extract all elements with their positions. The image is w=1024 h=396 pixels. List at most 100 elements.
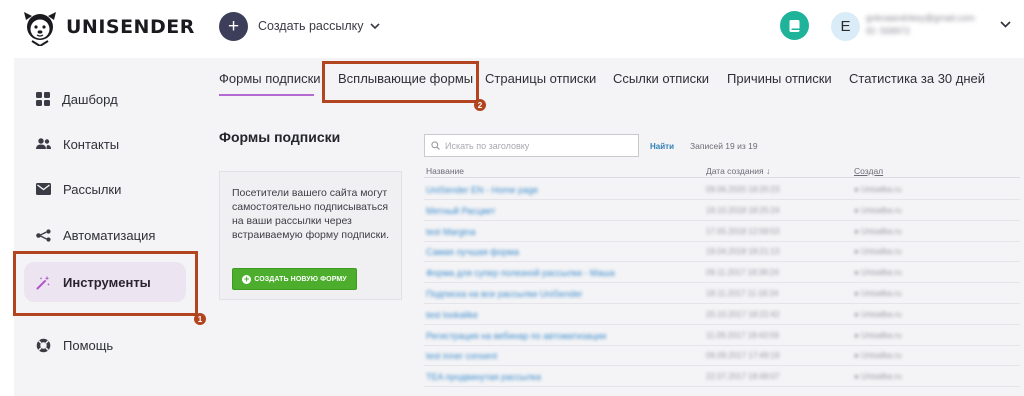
form-name-link[interactable]: Регистрация на вебинар по автоматизации [426, 331, 606, 341]
table-row[interactable]: test inner consent 06.09.2017 17:49:19 ● U… [424, 345, 1020, 367]
creator-label: Unisalba.ru [861, 205, 902, 215]
user-info[interactable]: gnknaandnkey@gmail.com ID: 558972 [866, 12, 975, 38]
user-icon: ● [854, 309, 862, 319]
table-row[interactable]: Мятный Расцвет 19.10.2018 18:25:24 ● Unisa… [424, 200, 1020, 221]
records-count: Записей 19 из 19 [690, 141, 758, 151]
tab-unsubscribe-pages[interactable]: Страницы отписки [485, 71, 596, 86]
creator-name: ● Unisalba.ru [854, 331, 902, 340]
sidebar-item-label: Помощь [63, 337, 114, 353]
tab-subscription-forms[interactable]: Формы подписки [219, 71, 321, 86]
creator-label: Unisalba.ru [861, 185, 902, 194]
logo[interactable]: UNISENDER [22, 8, 195, 46]
table-row[interactable]: UniSender EN - Home page 09.06.2020 18:20… [424, 179, 1020, 200]
column-header-created-date[interactable]: Дата создания ↓ [706, 166, 770, 176]
creator-name: ● Unisalba.ru [854, 268, 902, 277]
creator-label: Unisalba.ru [861, 247, 902, 257]
column-header-name[interactable]: Название [426, 166, 464, 176]
form-name-link[interactable]: test Margina [426, 227, 476, 237]
create-campaign-label: Создать рассылку [258, 19, 364, 33]
user-icon: ● [854, 351, 862, 361]
page-title: Формы подписки [219, 129, 341, 145]
creator-name: ● Unisalba.ru [854, 227, 902, 236]
user-id: ID: 558972 [866, 26, 911, 36]
tab-unsubscribe-links[interactable]: Ссылки отписки [613, 71, 709, 86]
create-campaign-dropdown[interactable]: Создать рассылку [258, 19, 380, 33]
tab-unsubscribe-reasons[interactable]: Причины отписки [727, 71, 832, 86]
contacts-icon [36, 138, 51, 149]
knowledge-base-button[interactable] [780, 11, 809, 40]
table-row[interactable]: Регистрация на вебинар по автоматизации 1… [424, 325, 1020, 346]
created-date: 17.05.2018 12:58:53 [706, 226, 780, 236]
sidebar-item-help[interactable]: Помощь [24, 326, 186, 364]
creator-name: ● Unisalba.ru [854, 206, 902, 215]
sidebar-item-dashboard[interactable]: Дашборд [24, 80, 186, 118]
table-row[interactable]: test lookalike 20.10.2017 18:22:42 ● Unisa… [424, 304, 1020, 325]
sidebar-item-automation[interactable]: Автоматизация [24, 216, 186, 254]
table-row[interactable]: Подписка на все рассылки UniSender 18.11.… [424, 283, 1020, 304]
sidebar-item-contacts[interactable]: Контакты [24, 125, 186, 163]
help-icon [36, 338, 51, 352]
user-icon: ● [854, 289, 862, 298]
creator-label: Unisalba.ru [861, 351, 902, 361]
created-date: 20.10.2017 18:22:42 [706, 309, 780, 319]
search-input[interactable] [445, 140, 625, 151]
create-form-button[interactable]: + СОЗДАТЬ НОВУЮ ФОРМУ [232, 268, 357, 290]
user-email: gnknaandnkey@gmail.com [866, 13, 975, 23]
chevron-down-icon [369, 23, 380, 30]
column-header-creator[interactable]: Создал [854, 166, 883, 176]
search-icon [431, 141, 440, 150]
find-button[interactable]: Найти [650, 142, 674, 151]
created-date: 11.09.2017 18:43:59 [706, 330, 779, 340]
highlight-box-tools [13, 251, 198, 316]
creator-label: Unisalba.ru [861, 372, 902, 382]
user-icon: ● [854, 268, 862, 278]
creator-name: ● Unisalba.ru [854, 247, 902, 256]
user-icon: ● [854, 247, 862, 257]
creator-name: ● Unisalba.ru [854, 185, 902, 194]
form-name-link[interactable]: Форма для супер полезной рассылки - Маша [426, 268, 615, 278]
mail-icon [36, 183, 51, 195]
creator-label: Unisalba.ru [861, 330, 902, 340]
create-campaign-button[interactable]: + [219, 12, 248, 41]
step-badge-1: 1 [194, 313, 206, 325]
main-content: Формы подписки Всплывающие формы Страниц… [198, 58, 1024, 396]
sidebar-item-label: Автоматизация [63, 227, 156, 243]
creator-label: Unisalba.ru [861, 289, 902, 298]
create-form-label: СОЗДАТЬ НОВУЮ ФОРМУ [254, 275, 347, 283]
avatar[interactable]: E [831, 12, 860, 41]
dashboard-icon [36, 92, 50, 106]
step-badge-2: 2 [474, 99, 486, 111]
table-row[interactable]: Самая лучшая форма 19.04.2018 18:21:13 ● U… [424, 241, 1020, 263]
search-field[interactable] [424, 134, 639, 157]
created-date: 18.11.2017 11:18:24 [706, 289, 779, 298]
form-name-link[interactable]: test lookalike [426, 310, 478, 320]
user-icon: ● [854, 372, 862, 382]
user-icon: ● [854, 205, 862, 215]
sidebar-item-label: Рассылки [63, 181, 122, 197]
table-row[interactable]: Форма для супер полезной рассылки - Маша… [424, 262, 1020, 284]
table-row[interactable]: TEA продвинутая рассылка 22.07.2017 18:48… [424, 366, 1020, 388]
created-date: 06.09.2017 17:49:19 [706, 351, 780, 361]
form-name-link[interactable]: Самая лучшая форма [426, 247, 519, 257]
created-date: 09.06.2020 18:20:23 [706, 185, 780, 194]
table-row[interactable]: test Margina 17.05.2018 12:58:53 ● Unisalb… [424, 221, 1020, 242]
logo-dog-icon [24, 12, 56, 46]
form-name-link[interactable]: Подписка на все рассылки UniSender [426, 289, 582, 299]
form-name-link[interactable]: Мятный Расцвет [426, 206, 495, 216]
user-menu-chevron-icon[interactable] [1000, 21, 1011, 28]
user-icon: ● [854, 330, 862, 340]
sidebar-item-label: Контакты [63, 136, 120, 152]
created-date: 09.11.2017 18:38:24 [706, 268, 779, 278]
form-name-link[interactable]: TEA продвинутая рассылка [426, 372, 541, 382]
table-header: Название Дата создания ↓ Создал [424, 163, 1020, 178]
sidebar-item-campaigns[interactable]: Рассылки [24, 170, 186, 208]
info-text: Посетители вашего сайта могут самостояте… [232, 187, 390, 241]
creator-name: ● Unisalba.ru [854, 372, 902, 381]
form-name-link[interactable]: test inner consent [426, 351, 497, 361]
plus-circle-icon: + [242, 273, 252, 284]
creator-name: ● Unisalba.ru [854, 289, 902, 298]
created-date: 19.10.2018 18:25:24 [706, 205, 780, 215]
form-name-link[interactable]: UniSender EN - Home page [426, 185, 538, 195]
tab-30-day-stats[interactable]: Статистика за 30 дней [849, 71, 985, 86]
user-icon: ● [854, 185, 862, 194]
